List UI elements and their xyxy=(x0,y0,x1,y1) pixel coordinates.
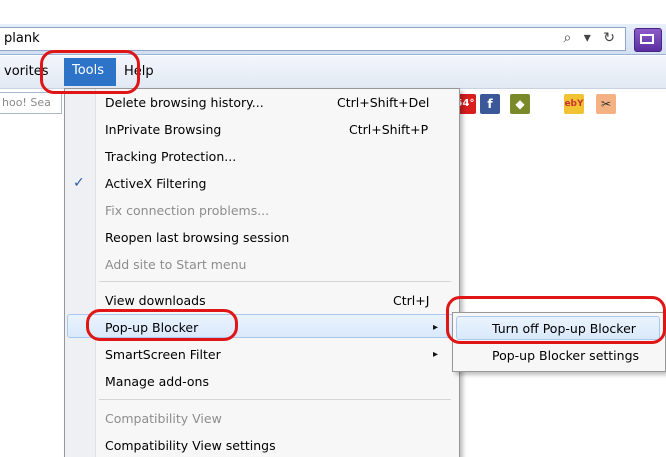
search-refresh-icons[interactable]: ⌕ ▾ ↻ xyxy=(564,30,620,46)
menu-item-smartscreen[interactable]: SmartScreen Filter xyxy=(105,347,221,362)
shortcut-delete-history: Ctrl+Shift+Del xyxy=(337,95,430,110)
annotation-popup-blocker xyxy=(86,309,238,341)
address-input[interactable]: plank ⌕ ▾ ↻ xyxy=(0,27,626,51)
annotation-turn-off xyxy=(446,296,666,344)
menu-item-tracking-protection[interactable]: Tracking Protection... xyxy=(105,149,236,164)
toolbar-search-input[interactable]: hoo! Sea xyxy=(0,92,62,114)
menu-item-activex-filtering[interactable]: ActiveX Filtering xyxy=(105,176,207,191)
menu-item-reopen-session[interactable]: Reopen last browsing session xyxy=(105,230,289,245)
menu-gutter xyxy=(65,89,96,457)
shortcut-inprivate: Ctrl+Shift+P xyxy=(349,122,429,137)
menu-item-fix-connection: Fix connection problems... xyxy=(105,203,270,218)
mail-icon[interactable] xyxy=(634,28,662,52)
facebook-icon[interactable]: f xyxy=(480,94,500,114)
menu-separator xyxy=(99,399,451,400)
check-icon: ✓ xyxy=(73,175,85,191)
menu-item-add-to-start: Add site to Start menu xyxy=(105,257,247,272)
menu-item-compatibility-settings[interactable]: Compatibility View settings xyxy=(105,438,276,453)
menu-item-view-downloads[interactable]: View downloads xyxy=(105,293,206,308)
submenu-arrow-icon: ▸ xyxy=(433,349,439,360)
menu-item-compatibility-view: Compatibility View xyxy=(105,411,222,426)
menu-item-manage-addons[interactable]: Manage add-ons xyxy=(105,374,209,389)
menu-separator xyxy=(99,281,451,282)
address-text: plank xyxy=(4,31,40,46)
ebay-icon[interactable]: ebY xyxy=(564,94,584,114)
scissors-icon[interactable]: ✂ xyxy=(596,94,616,114)
browser-window: plank ⌕ ▾ ↻ vorites Tools Help hoo! Sea … xyxy=(0,0,666,457)
submenu-arrow-icon: ▸ xyxy=(433,322,439,333)
shortcut-view-downloads: Ctrl+J xyxy=(393,293,430,308)
tools-menu: Delete browsing history... Ctrl+Shift+De… xyxy=(64,88,460,457)
game-icon[interactable]: ◆ xyxy=(510,94,530,114)
menu-item-delete-history[interactable]: Delete browsing history... xyxy=(105,95,264,110)
menu-item-inprivate[interactable]: InPrivate Browsing xyxy=(105,122,221,137)
submenu-item-settings[interactable]: Pop-up Blocker settings xyxy=(492,348,639,363)
annotation-tools xyxy=(40,50,140,94)
